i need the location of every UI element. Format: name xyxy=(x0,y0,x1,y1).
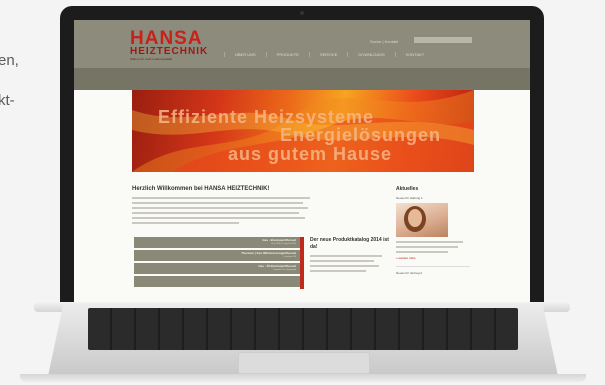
news-box: Der neue Produktkatalog 2014 ist da! xyxy=(310,237,390,275)
catalog-row-sub: Compakt Plus | Integrated xyxy=(272,269,296,271)
site-logo[interactable]: HANSA HEIZTECHNIK Wärme für mehr Lebensq… xyxy=(130,28,209,61)
background-text-line-1: en, xyxy=(0,52,19,69)
main-nav: ÜBER UNS PRODUKTE SERVICE DOWNLOADS KONT… xyxy=(224,52,434,57)
laptop-screen: HANSA HEIZTECHNIK Wärme für mehr Lebensq… xyxy=(74,20,530,302)
nav-item-about[interactable]: ÜBER UNS xyxy=(224,52,266,57)
sidebar-subtitle-2: Neues für Vertrag 2 xyxy=(396,271,423,275)
catalog-row[interactable]: Gas - Brennwert/Kessel Plus 12/20 | Comp… xyxy=(134,237,300,248)
welcome-text xyxy=(132,197,310,227)
nav-item-products[interactable]: PRODUKTE xyxy=(265,52,309,57)
nav-item-contact[interactable]: KONTAKT xyxy=(394,52,435,57)
header-band xyxy=(74,68,530,90)
logo-sub: HEIZTECHNIK xyxy=(130,46,209,57)
catalog-row-sub: Plus 12/20 | Compakt 16/20 xyxy=(271,243,296,245)
catalog-row-title: Thermen | Gas Wärmeerzeuger/Kessel xyxy=(241,251,296,255)
laptop-front-edge xyxy=(20,374,586,382)
product-catalog-list: Gas - Brennwert/Kessel Plus 12/20 | Comp… xyxy=(134,237,300,289)
hero-headline-2: Energielösungen xyxy=(280,125,442,145)
site-header: HANSA HEIZTECHNIK Wärme für mehr Lebensq… xyxy=(74,20,530,68)
hero-banner: Effiziente Heizsysteme Energielösungen a… xyxy=(132,90,474,172)
catalog-row[interactable] xyxy=(134,276,300,287)
search-input[interactable] xyxy=(414,37,472,43)
welcome-title: Herzlich Willkommen bei HANSA HEIZTECHNI… xyxy=(132,186,270,192)
hero-headline-3: aus gutem Hause xyxy=(228,144,393,164)
catalog-accent-bar xyxy=(300,237,304,289)
camera-icon xyxy=(300,11,304,15)
sidebar-news: Aktuelles Neues für Haltung 1 » weitere … xyxy=(396,186,470,275)
laptop-trackpad xyxy=(238,352,370,374)
catalog-row-title: Gas - Brennwert/Kessel xyxy=(262,238,296,242)
sidebar-subtitle-1: Neues für Haltung 1 xyxy=(396,196,423,200)
logo-tagline: Wärme für mehr Lebensqualität xyxy=(130,57,173,61)
top-links[interactable]: Suche | Kontakt xyxy=(370,39,398,44)
catalog-row-sub: Lieferform 3/4 xyxy=(283,256,296,258)
background-text-line-2: kt- xyxy=(0,92,15,109)
catalog-row-title: Gas - Öl Brennwert/Kessel xyxy=(258,264,296,268)
nav-item-service[interactable]: SERVICE xyxy=(308,52,348,57)
laptop-keyboard xyxy=(88,308,518,350)
nav-item-downloads[interactable]: DOWNLOADS xyxy=(347,52,394,57)
sidebar-photo xyxy=(396,203,448,237)
more-info-link[interactable]: » weitere Infos xyxy=(396,256,470,260)
news-title[interactable]: Der neue Produktkatalog 2014 ist da! xyxy=(310,237,390,251)
logo-main: HANSA xyxy=(130,28,203,49)
sidebar-title: Aktuelles xyxy=(396,186,419,192)
catalog-row[interactable]: Gas - Öl Brennwert/Kessel Compakt Plus |… xyxy=(134,263,300,274)
catalog-row[interactable]: Thermen | Gas Wärmeerzeuger/Kessel Liefe… xyxy=(134,250,300,261)
